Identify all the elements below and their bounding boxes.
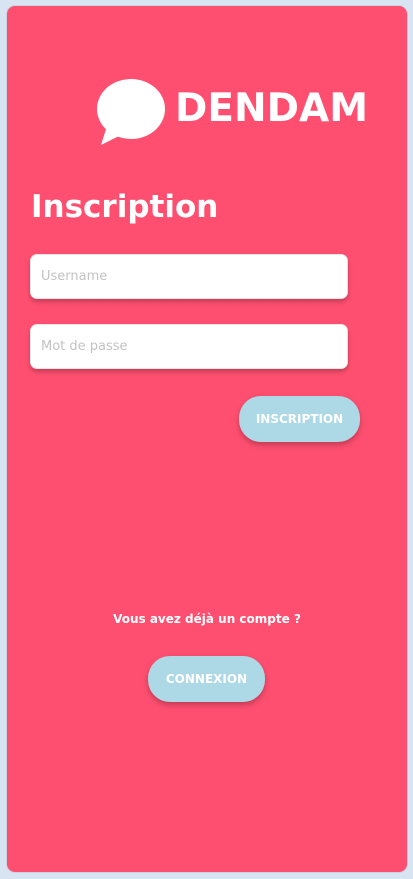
password-input[interactable] [30, 324, 348, 369]
inscription-button[interactable]: INSCRIPTION [239, 396, 360, 442]
brand-name: DENDAM [175, 86, 369, 131]
existing-account-prompt: Vous avez déjà un compte ? [113, 612, 301, 626]
username-input[interactable] [30, 254, 348, 299]
speech-bubble-icon [97, 79, 165, 145]
connexion-button[interactable]: CONNEXION [148, 656, 265, 702]
app-frame: DENDAM Inscription INSCRIPTION Vous avez… [7, 6, 407, 872]
page-title: Inscription [31, 189, 219, 225]
app-logo: DENDAM [93, 78, 368, 158]
